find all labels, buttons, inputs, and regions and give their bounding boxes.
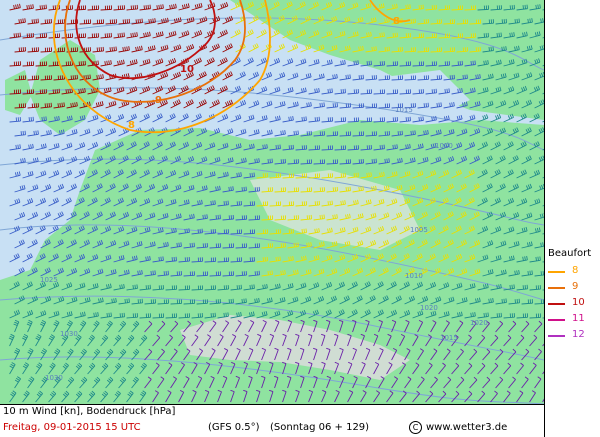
- legend-item-11: 11: [548, 312, 600, 326]
- map-title: 10 m Wind [kn], Bodendruck [hPa]: [3, 406, 176, 417]
- beaufort-contour-label: 9: [155, 95, 162, 106]
- legend-item-9: 9: [548, 280, 600, 294]
- isobar-label: 1030: [45, 374, 63, 382]
- isobar-label: 1030: [60, 330, 78, 338]
- legend-label: 12: [572, 329, 585, 340]
- legend-item-10: 10: [548, 296, 600, 310]
- legend-swatch: [548, 303, 565, 305]
- legend-swatch: [548, 335, 565, 337]
- footer-info-row: Freitag, 09-01-2015 15 UTC (GFS 0.5°) (S…: [0, 420, 544, 436]
- legend-title: Beaufort: [548, 248, 592, 259]
- isobar-label: 1015: [440, 334, 458, 342]
- legend-label: 8: [572, 265, 579, 276]
- beaufort-contour-label: 8: [393, 16, 400, 27]
- beaufort-contour-label: 10: [180, 64, 194, 75]
- isobar-label: 1005: [410, 226, 428, 234]
- isobar-label: 1015: [395, 106, 413, 114]
- beaufort-legend: Beaufort 8 9 10 11 12: [546, 248, 600, 358]
- forecast-date: Freitag, 09-01-2015 15 UTC: [3, 422, 141, 433]
- model-name: (GFS 0.5°): [208, 422, 260, 433]
- map-canvas: 10 9 8 8 1015 1010 1005 1010 1015 1020 1025 1030 10…: [0, 0, 544, 404]
- isobar-label: 1020: [470, 319, 488, 327]
- site-link[interactable]: www.wetter3.de: [426, 422, 507, 433]
- legend-label: 9: [572, 281, 579, 292]
- beaufort-contour-label: 8: [128, 120, 135, 131]
- legend-swatch: [548, 319, 565, 321]
- weather-map: 10 9 8 8 1015 1010 1005 1010 1015 1020 1025 1030 10…: [0, 0, 545, 405]
- legend-item-8: 8: [548, 264, 600, 278]
- isobar-label: 1020: [420, 304, 438, 312]
- isobar-label: 1010: [405, 272, 423, 280]
- isobar-label: 1025: [40, 276, 58, 284]
- legend-label: 11: [572, 313, 585, 324]
- legend-swatch: [548, 271, 565, 273]
- copyright-icon: C: [409, 421, 422, 434]
- legend-item-12: 12: [548, 328, 600, 342]
- model-run: (Sonntag 06 + 129): [270, 422, 370, 433]
- legend-label: 10: [572, 297, 585, 308]
- isobar-label: 1010: [435, 142, 453, 150]
- map-footer: 10 m Wind [kn], Bodendruck [hPa] Freitag…: [0, 405, 545, 437]
- legend-swatch: [548, 287, 565, 289]
